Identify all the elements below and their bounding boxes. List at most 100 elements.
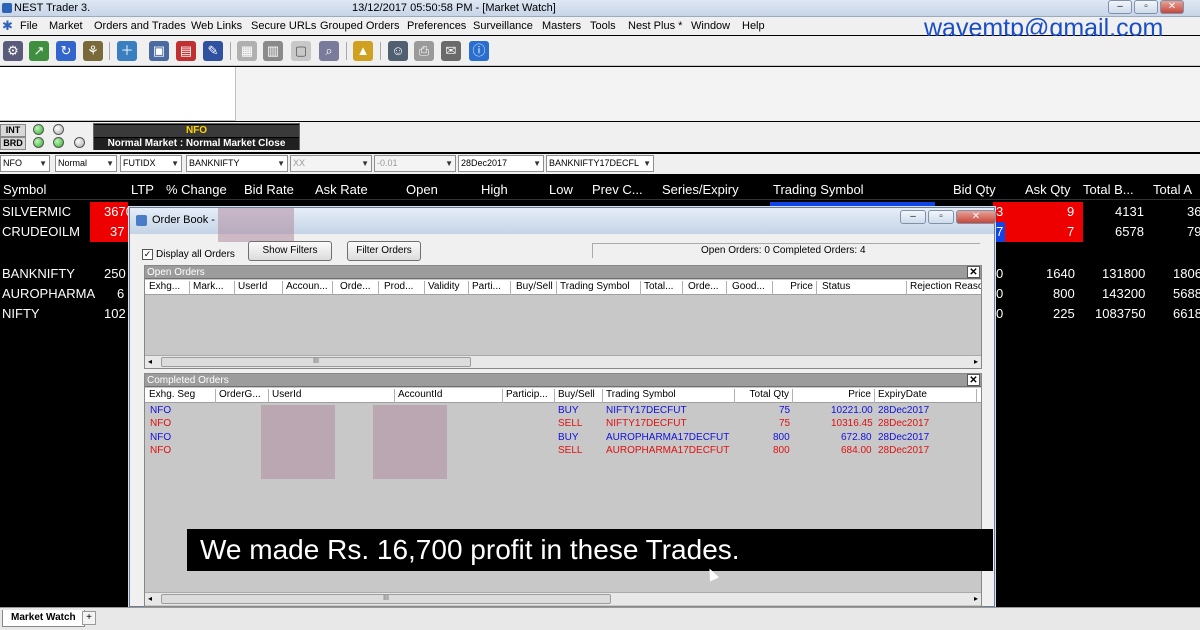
col-low[interactable]: Low [549,182,573,197]
grid-icon[interactable]: ▦ [237,41,257,61]
menu-nest-plus[interactable]: Nest Plus * [628,20,682,32]
scroll-thumb[interactable]: III [161,594,611,604]
table-row[interactable]: NFO SELL NIFTY17DECFUT 75 10316.45 28Dec… [145,418,981,431]
menu-file[interactable]: File [20,20,38,32]
minimize-icon[interactable]: – [1108,0,1132,14]
table-row[interactable]: NFO SELL AUROPHARMA17DECFUT 800 684.00 2… [145,445,981,458]
expiry-select[interactable]: 28Dec2017 ▼ [458,155,544,172]
display-all-orders-checkbox[interactable]: ✓ [142,249,153,260]
open-col[interactable]: Good... [729,281,773,295]
completed-col[interactable]: Total Qty [735,389,793,403]
contract-select[interactable]: BANKNIFTY17DECFL ▼ [546,155,654,172]
app-menu-icon[interactable]: ✱ [2,19,13,32]
col-total-ask[interactable]: Total A [1153,182,1192,197]
open-col[interactable]: Status [819,281,907,295]
chevron-left-icon[interactable]: ◂ [148,594,152,603]
completed-col[interactable]: Price [793,389,875,403]
buy-order-icon[interactable]: ↗ [29,41,49,61]
completed-col[interactable]: Buy/Sell [555,389,603,403]
col-total-buy[interactable]: Total B... [1083,182,1134,197]
option-type-select[interactable]: XX ▼ [290,155,372,172]
add-tab-icon[interactable]: + [82,611,96,625]
menu-surveillance[interactable]: Surveillance [473,20,533,32]
gold-icon[interactable]: ▲ [353,41,373,61]
instrument-select[interactable]: FUTIDX ▼ [120,155,182,172]
user-icon[interactable]: ☺ [388,41,408,61]
completed-col[interactable]: Exhg. Seg [146,389,216,403]
col-trading-symbol[interactable]: Trading Symbol [773,182,864,197]
close-icon[interactable]: ✕ [956,210,996,224]
close-icon[interactable]: ✕ [967,266,980,278]
open-col[interactable]: Exhg... [146,281,190,295]
menu-web-links[interactable]: Web Links [191,20,242,32]
market-picture-icon[interactable]: ⚙ [3,41,23,61]
open-col[interactable]: Orde... [685,281,727,295]
col-ask-rate[interactable]: Ask Rate [315,182,368,197]
chevron-right-icon[interactable]: ▸ [974,357,978,366]
calculator-icon[interactable]: ▥ [263,41,283,61]
new-window-icon[interactable]: ＋ [117,41,137,61]
edit-icon[interactable]: ✎ [203,41,223,61]
tab-market-watch[interactable]: Market Watch [2,610,85,627]
table-row[interactable]: NFO BUY AUROPHARMA17DECFUT 800 672.80 28… [145,432,981,445]
open-col[interactable]: Parti... [469,281,511,295]
open-col[interactable]: Mark... [190,281,235,295]
col-bid-rate[interactable]: Bid Rate [244,182,294,197]
close-icon[interactable]: ✕ [1160,0,1184,14]
completed-col[interactable]: Trading Symbol [603,389,735,403]
col-high[interactable]: High [481,182,508,197]
open-col[interactable]: Total... [641,281,683,295]
menu-help[interactable]: Help [742,20,765,32]
exchange-select[interactable]: NFO ▼ [0,155,50,172]
open-col[interactable]: Price [773,281,817,295]
show-filters-button[interactable]: Show Filters [248,241,332,261]
col-open[interactable]: Open [406,182,438,197]
menu-orders-and-trades[interactable]: Orders and Trades [94,20,186,32]
window-icon[interactable]: ▢ [291,41,311,61]
monitor-icon[interactable]: ▣ [149,41,169,61]
completed-col[interactable]: AccountId [395,389,503,403]
menu-preferences[interactable]: Preferences [407,20,466,32]
book-icon[interactable]: ▤ [176,41,196,61]
menu-market[interactable]: Market [49,20,83,32]
col-bid-qty[interactable]: Bid Qty [953,182,996,197]
maximize-icon[interactable]: ▫ [1134,0,1158,14]
menu-secure-urls[interactable]: Secure URLs [251,20,316,32]
open-col[interactable]: Accoun... [283,281,333,295]
menu-masters[interactable]: Masters [542,20,581,32]
open-col[interactable]: Rejection Reaso [907,281,981,295]
print-icon[interactable]: ⎙ [414,41,434,61]
notes-icon[interactable]: ✉ [441,41,461,61]
info-icon[interactable]: ⓘ [469,41,489,61]
settings-icon[interactable]: ⚘ [83,41,103,61]
col-prev-close[interactable]: Prev C... [592,182,643,197]
open-col[interactable]: Trading Symbol [557,281,641,295]
col-change[interactable]: % Change [166,182,227,197]
open-col[interactable]: Orde... [337,281,379,295]
completed-col[interactable]: OrderG... [216,389,269,403]
minimize-icon[interactable]: – [900,210,926,224]
col-series-expiry[interactable]: Series/Expiry [662,182,739,197]
maximize-icon[interactable]: ▫ [928,210,954,224]
close-icon[interactable]: ✕ [967,374,980,386]
table-row[interactable]: NFO BUY NIFTY17DECFUT 75 10221.00 28Dec2… [145,405,981,418]
chevron-right-icon[interactable]: ▸ [974,594,978,603]
open-col[interactable]: Validity [425,281,469,295]
scroll-thumb[interactable]: III [161,357,471,367]
open-col[interactable]: Prod... [381,281,425,295]
market-type-select[interactable]: Normal ▼ [55,155,117,172]
open-col[interactable]: UserId [235,281,283,295]
menu-window[interactable]: Window [691,20,730,32]
col-ltp[interactable]: LTP [131,182,154,197]
completed-col[interactable]: Particip... [503,389,555,403]
chevron-left-icon[interactable]: ◂ [148,357,152,366]
completed-col[interactable]: ExpiryDate [875,389,977,403]
menu-tools[interactable]: Tools [590,20,616,32]
open-col[interactable]: Buy/Sell [513,281,557,295]
completed-col[interactable]: UserId [269,389,395,403]
filter-orders-button[interactable]: Filter Orders [347,241,421,261]
search-icon[interactable]: ⌕ [319,41,339,61]
col-symbol[interactable]: Symbol [3,182,46,197]
menu-grouped-orders[interactable]: Grouped Orders [320,20,399,32]
strike-select[interactable]: -0.01 ▼ [374,155,456,172]
